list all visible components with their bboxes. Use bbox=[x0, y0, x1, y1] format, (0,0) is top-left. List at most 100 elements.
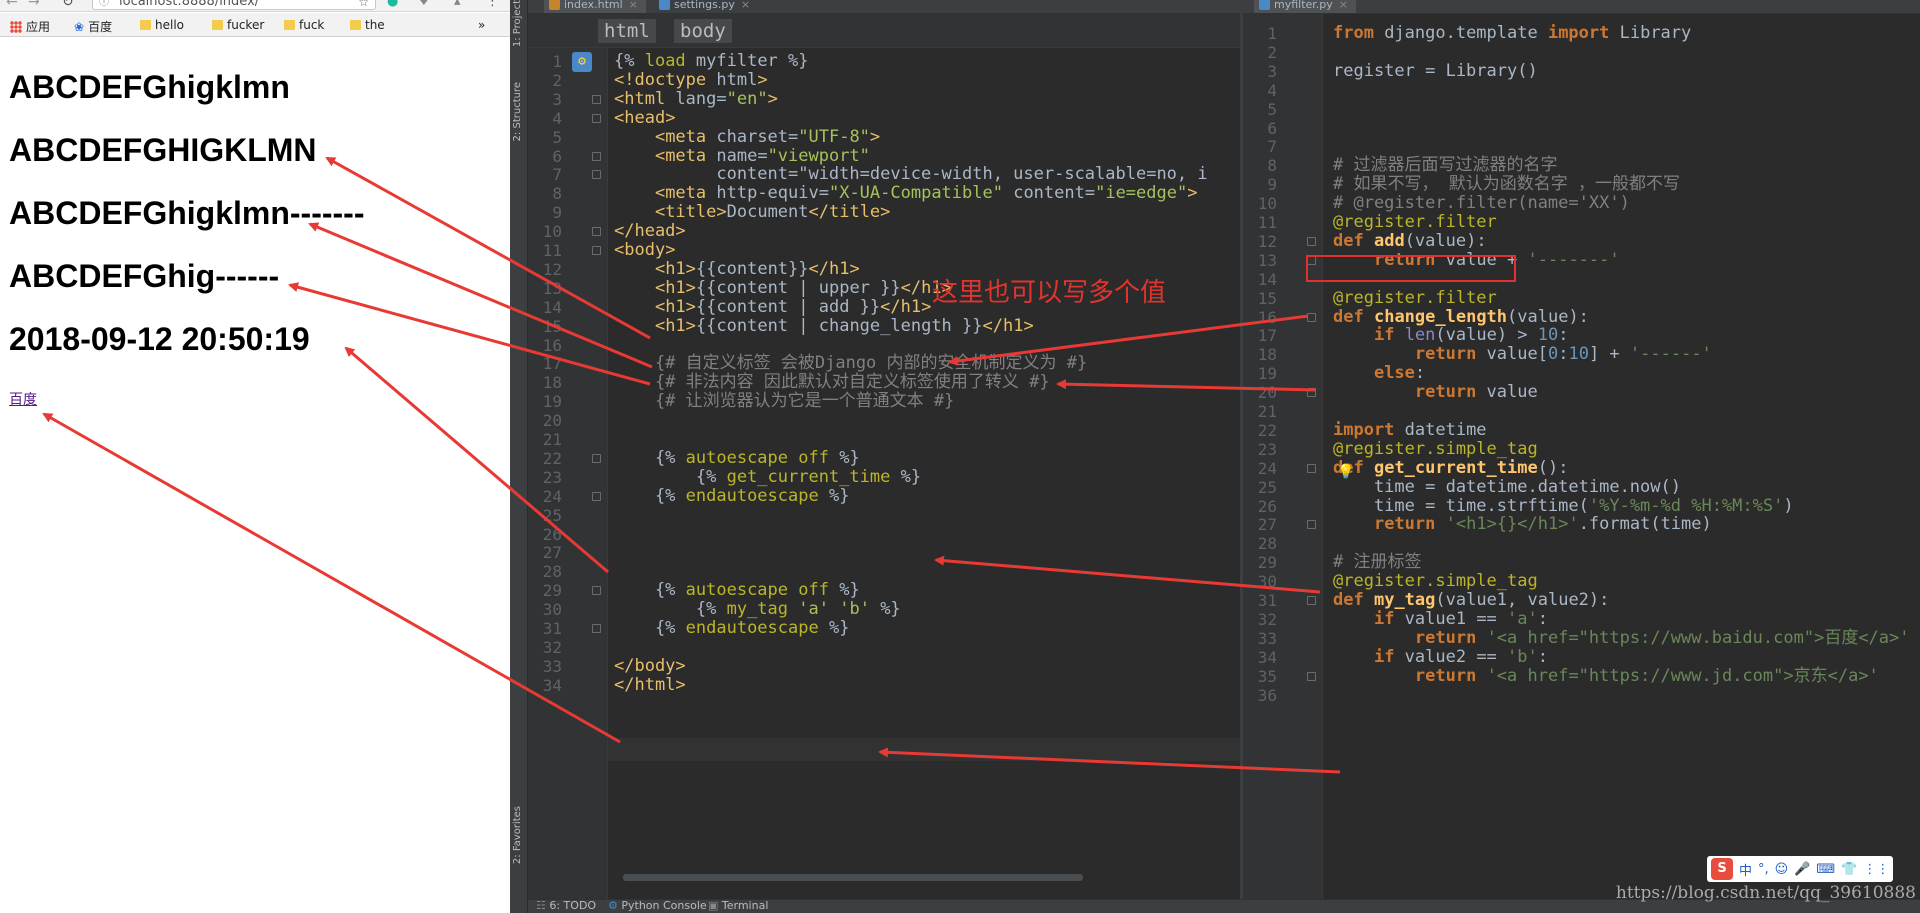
fold-marker-icon[interactable] bbox=[1307, 236, 1316, 246]
left-code-editor[interactable]: 1 {% load myfilter %} 2 <!doctype html> 3 <ht… bbox=[528, 48, 1240, 899]
code-line: {% endautoescape %} bbox=[614, 618, 850, 638]
ide-window: 1: Project 2: Structure 2: Favorites ind… bbox=[510, 0, 1920, 913]
right-code-editor[interactable]: 1 from django.template import Library 2 3 re… bbox=[1243, 14, 1920, 899]
project-tool-tab[interactable]: 1: Project bbox=[512, 0, 523, 47]
code-line: {% endautoescape %} bbox=[614, 485, 850, 506]
fold-marker-icon[interactable] bbox=[592, 170, 601, 180]
ime-item-4[interactable]: 🎤 bbox=[1794, 862, 1810, 877]
extension-icon-3[interactable]: ▴ bbox=[454, 0, 461, 9]
annotation-text: 这里也可以写多个值 bbox=[932, 278, 1167, 308]
breadcrumb: html body bbox=[528, 14, 1240, 48]
fold-marker-icon[interactable] bbox=[592, 227, 601, 237]
bookmark-apps[interactable]: 应用 bbox=[10, 18, 50, 35]
html-file-icon bbox=[549, 0, 560, 10]
folder-icon bbox=[350, 20, 361, 30]
fold-marker-icon[interactable] bbox=[592, 453, 601, 463]
close-icon[interactable]: × bbox=[1339, 0, 1348, 11]
structure-tool-tab[interactable]: 2: Structure bbox=[512, 82, 523, 141]
bookmark-hello[interactable]: hello bbox=[140, 18, 184, 32]
favorites-tool-tab[interactable]: 2: Favorites bbox=[512, 806, 523, 864]
heading-5: 2018-09-12 20:50:19 bbox=[9, 321, 310, 357]
ime-item-7[interactable]: ⋮⋮ bbox=[1863, 862, 1889, 877]
folder-icon bbox=[284, 20, 295, 30]
baidu-paw-icon: ❀ bbox=[74, 19, 85, 34]
fold-marker-icon[interactable] bbox=[1307, 520, 1316, 530]
back-icon[interactable]: ← bbox=[6, 0, 18, 10]
ime-item-6[interactable]: 👕 bbox=[1841, 862, 1857, 877]
fold-marker-icon[interactable] bbox=[592, 113, 601, 123]
heading-3: ABCDEFGhigklmn------- bbox=[9, 195, 365, 231]
code-line: return '<h1>{}</h1>'.format(time) bbox=[1373, 514, 1712, 535]
browser-toolbar: ← → ↻ ⓘ localhost:8888/index/ ☆ ● ♦ ▴ ⋮ bbox=[0, 0, 510, 12]
watermark: https://blog.csdn.net/qq_39610888 bbox=[1615, 883, 1916, 903]
crumb-body[interactable]: body bbox=[674, 19, 732, 43]
left-tool-strip: 1: Project 2: Structure 2: Favorites bbox=[510, 0, 528, 913]
todo-tool-button[interactable]: ☷ 6: TODO bbox=[536, 899, 596, 912]
code-line: from django.template import Library bbox=[1333, 23, 1692, 43]
lightbulb-icon[interactable]: 💡 bbox=[1337, 464, 1354, 480]
ime-item-3[interactable]: ☺ bbox=[1775, 862, 1789, 877]
fold-marker-icon[interactable] bbox=[1307, 388, 1316, 398]
terminal-icon: ▣ bbox=[708, 899, 722, 912]
python-console-icon: ⚙ bbox=[608, 899, 622, 912]
ime-item-2[interactable]: °, bbox=[1758, 862, 1769, 877]
right-editor-tabbar: myfilter.py × bbox=[1242, 0, 1920, 14]
extension-icon-2[interactable]: ♦ bbox=[418, 0, 430, 9]
menu-icon[interactable]: ⋮ bbox=[486, 0, 499, 9]
fold-marker-icon[interactable] bbox=[592, 624, 601, 633]
bookmark-fucker[interactable]: fucker bbox=[212, 18, 264, 32]
fold-marker-icon[interactable] bbox=[592, 94, 601, 104]
code-line: </html> bbox=[614, 674, 686, 695]
close-icon[interactable]: × bbox=[741, 0, 750, 11]
bookmarks-more[interactable]: » bbox=[478, 18, 485, 32]
code-line: return '<a href="https://www.jd.com">京东<… bbox=[1414, 665, 1879, 686]
forward-icon[interactable]: → bbox=[28, 0, 40, 10]
bookmarks-bar: 应用 ❀ 百度 hello fucker fuck the » bbox=[0, 13, 510, 37]
tab-myfilter-py[interactable]: myfilter.py × bbox=[1254, 0, 1357, 13]
url-text: localhost:8888/index/ bbox=[119, 0, 260, 9]
python-file-icon bbox=[1259, 0, 1270, 10]
folder-icon bbox=[140, 20, 151, 30]
fold-marker-icon[interactable] bbox=[592, 491, 601, 501]
reload-icon[interactable]: ↻ bbox=[62, 0, 74, 10]
input-method-toolbar[interactable]: S 中 °, ☺ 🎤 ⌨ 👕 ⋮⋮ bbox=[1707, 856, 1894, 882]
fold-marker-icon[interactable] bbox=[1307, 596, 1316, 605]
heading-2: ABCDEFGHIGKLMN bbox=[9, 132, 317, 168]
info-icon[interactable]: ⓘ bbox=[99, 0, 109, 10]
todo-icon: ☷ bbox=[536, 899, 550, 912]
bookmark-fuck[interactable]: fuck bbox=[284, 18, 324, 32]
baidu-link[interactable]: 百度 bbox=[9, 389, 37, 409]
tab-index-html[interactable]: index.html × bbox=[544, 0, 646, 13]
extension-icon[interactable]: ● bbox=[387, 0, 398, 9]
python-console-tool-button[interactable]: ⚙ Python Console bbox=[608, 899, 707, 912]
ime-item-5[interactable]: ⌨ bbox=[1816, 862, 1835, 877]
apps-icon bbox=[10, 20, 22, 33]
fold-marker-icon[interactable] bbox=[1307, 671, 1316, 681]
close-icon[interactable]: × bbox=[629, 0, 638, 11]
fold-marker-icon[interactable] bbox=[1307, 312, 1316, 322]
current-line-highlight bbox=[608, 738, 1240, 761]
bookmark-baidu[interactable]: ❀ 百度 bbox=[74, 18, 112, 35]
horizontal-scrollbar[interactable] bbox=[623, 874, 1083, 881]
terminal-tool-button[interactable]: ▣ Terminal bbox=[708, 899, 768, 912]
fold-marker-icon[interactable] bbox=[592, 151, 601, 161]
fold-marker-icon[interactable] bbox=[592, 246, 601, 255]
fold-marker-icon[interactable] bbox=[592, 586, 601, 596]
browser-window: ← → ↻ ⓘ localhost:8888/index/ ☆ ● ♦ ▴ ⋮ … bbox=[0, 0, 510, 913]
heading-4: ABCDEFGhig------ bbox=[9, 258, 280, 294]
code-line: {# 让浏览器认为它是一个普通文本 #} bbox=[614, 391, 955, 412]
line-number: 36 bbox=[1257, 685, 1277, 705]
highlight-box bbox=[1306, 255, 1516, 282]
crumb-html[interactable]: html bbox=[598, 19, 656, 43]
heading-1: ABCDEFGhigklmn bbox=[9, 69, 290, 105]
python-badge-icon: ⚙ bbox=[572, 52, 592, 72]
line-number: 34 bbox=[542, 675, 562, 695]
ime-item-1[interactable]: 中 bbox=[1739, 860, 1752, 879]
code-line: register = Library() bbox=[1333, 60, 1538, 81]
code-line: return value bbox=[1414, 382, 1538, 403]
address-bar[interactable]: ⓘ localhost:8888/index/ ☆ bbox=[92, 0, 376, 10]
tab-settings-py[interactable]: settings.py × bbox=[654, 0, 759, 13]
bookmark-star-icon[interactable]: ☆ bbox=[358, 0, 369, 9]
bookmark-the[interactable]: the bbox=[350, 18, 385, 32]
fold-marker-icon[interactable] bbox=[1307, 463, 1316, 473]
